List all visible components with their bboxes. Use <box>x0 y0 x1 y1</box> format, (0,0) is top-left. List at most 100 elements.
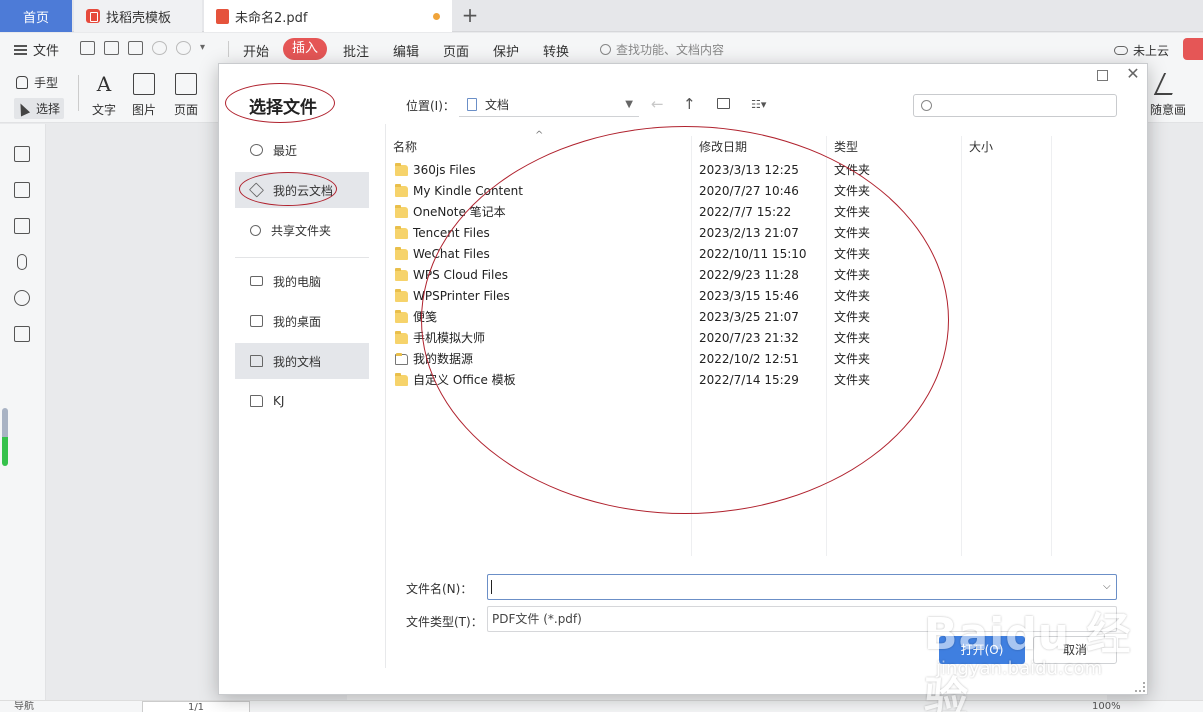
tab-document[interactable]: 未命名2.pdf <box>204 0 452 32</box>
cancel-button[interactable]: 取消 <box>1033 636 1117 664</box>
file-row[interactable]: OneNote 笔记本 2022/7/7 15:22 文件夹 <box>385 202 1121 223</box>
signature-icon[interactable] <box>14 290 30 306</box>
view-mode-icon[interactable]: ☷▾ <box>751 98 766 111</box>
file-row[interactable]: 便笺 2023/3/25 21:07 文件夹 <box>385 307 1121 328</box>
file-row[interactable]: My Kindle Content 2020/7/27 10:46 文件夹 <box>385 181 1121 202</box>
insert-page-button[interactable]: 页面 <box>166 73 206 118</box>
place-my-documents[interactable]: 我的文档 <box>235 343 369 379</box>
tab-document-label: 未命名2.pdf <box>235 10 308 26</box>
docer-logo-icon <box>86 9 100 23</box>
file-row[interactable]: 360js Files 2023/3/13 12:25 文件夹 <box>385 160 1121 181</box>
place-my-computer[interactable]: 我的电脑 <box>235 263 369 299</box>
insert-image-button[interactable]: 图片 <box>124 73 164 118</box>
file-type: 文件夹 <box>834 184 871 198</box>
place-desktop[interactable]: 我的桌面 <box>235 303 369 339</box>
hand-tool-button[interactable]: 手型 <box>16 74 58 91</box>
select-tool-button[interactable]: 选择 <box>14 98 65 119</box>
file-name: 360js Files <box>413 163 476 177</box>
menu-edit[interactable]: 编辑 <box>393 41 419 60</box>
close-icon[interactable]: ✕ <box>1123 64 1143 84</box>
open-folder-icon[interactable] <box>80 41 95 55</box>
folder-icon <box>395 373 408 386</box>
file-row[interactable]: Tencent Files 2023/2/13 21:07 文件夹 <box>385 223 1121 244</box>
maximize-icon[interactable] <box>1097 70 1108 81</box>
up-arrow-icon[interactable]: ↑ <box>683 95 696 113</box>
menu-insert[interactable]: 插入 <box>283 38 328 60</box>
file-date: 2022/7/14 15:29 <box>699 373 799 387</box>
filetype-select[interactable]: PDF文件 (*.pdf) <box>487 606 1117 632</box>
column-header-type[interactable]: 类型 <box>826 136 858 158</box>
column-header-name[interactable]: 名称 <box>385 136 417 158</box>
file-row[interactable]: WPS Cloud Files 2022/9/23 11:28 文件夹 <box>385 265 1121 286</box>
freehand-draw-button[interactable]: 随意画 <box>1150 73 1186 118</box>
file-row[interactable]: WeChat Files 2022/10/11 15:10 文件夹 <box>385 244 1121 265</box>
dialog-search-input[interactable] <box>913 94 1117 117</box>
file-row[interactable]: 手机模拟大师 2020/7/23 21:32 文件夹 <box>385 328 1121 349</box>
place-recent[interactable]: 最近 <box>235 132 369 168</box>
bookmark-icon[interactable] <box>14 146 30 162</box>
folder-icon <box>250 395 263 407</box>
column-header-date[interactable]: 修改日期 <box>691 136 747 158</box>
filename-label: 文件名(N)： <box>406 582 473 596</box>
file-name-cell: 手机模拟大师 <box>395 328 485 349</box>
save-icon[interactable] <box>104 41 119 55</box>
folder-icon <box>250 355 263 367</box>
thumbnail-icon[interactable] <box>14 182 30 198</box>
place-label: 我的桌面 <box>273 314 322 329</box>
menu-start[interactable]: 开始 <box>243 41 269 60</box>
cloud-status[interactable]: 未上云 <box>1114 42 1169 59</box>
panel-scroll-indicator[interactable] <box>2 408 8 466</box>
back-arrow-icon[interactable]: ← <box>651 95 664 113</box>
page-indicator[interactable]: 1/1 <box>142 701 250 712</box>
file-date: 2022/10/11 15:10 <box>699 247 807 261</box>
quick-access-toolbar: ▾ <box>80 41 210 55</box>
open-button[interactable]: 打开(O) <box>939 636 1025 664</box>
menu-convert[interactable]: 转换 <box>543 41 569 60</box>
undo-icon[interactable] <box>152 41 167 55</box>
folder-icon <box>395 184 408 197</box>
feature-search[interactable]: 查找功能、文档内容 <box>600 41 724 58</box>
select-tool-label: 选择 <box>36 102 61 116</box>
file-row[interactable]: WPSPrinter Files 2023/3/15 15:46 文件夹 <box>385 286 1121 307</box>
folder-icon <box>395 289 408 302</box>
comment-icon[interactable] <box>14 218 30 234</box>
file-type: 文件夹 <box>834 205 871 219</box>
attachment-icon[interactable] <box>17 254 27 270</box>
file-menu-button[interactable]: 文件 <box>14 40 59 59</box>
file-name: 我的数据源 <box>413 352 474 366</box>
navigation-toggle[interactable]: 导航 <box>14 701 34 712</box>
tab-template[interactable]: 找稻壳模板 <box>74 0 202 32</box>
layers-icon[interactable] <box>14 326 30 342</box>
menu-protect[interactable]: 保护 <box>493 41 519 60</box>
place-kj[interactable]: KJ <box>235 383 369 419</box>
print-icon[interactable] <box>128 41 143 55</box>
new-folder-icon[interactable] <box>717 98 730 109</box>
file-name: Tencent Files <box>413 226 490 240</box>
tab-bar: 首页 找稻壳模板 未命名2.pdf + <box>0 0 1203 32</box>
new-tab-button[interactable]: + <box>458 4 482 28</box>
redo-icon[interactable] <box>176 41 191 55</box>
location-dropdown[interactable]: 文档 ▼ <box>459 93 639 117</box>
menu-page[interactable]: 页面 <box>443 41 469 60</box>
chevron-down-icon[interactable]: ⌵ <box>1103 581 1111 592</box>
file-name-cell: WPSPrinter Files <box>395 286 510 307</box>
menu-annotate[interactable]: 批注 <box>343 41 369 60</box>
file-type: 文件夹 <box>834 289 871 303</box>
place-label: 共享文件夹 <box>271 223 332 238</box>
file-row[interactable]: 自定义 Office 模板 2022/7/14 15:29 文件夹 <box>385 370 1121 391</box>
chevron-down-icon: ▼ <box>625 99 633 110</box>
file-row[interactable]: 我的数据源 2022/10/2 12:51 文件夹 <box>385 349 1121 370</box>
place-shared-folder[interactable]: 共享文件夹 <box>235 212 369 248</box>
file-name-cell: OneNote 笔记本 <box>395 202 506 223</box>
zoom-level[interactable]: 100% <box>1092 701 1121 712</box>
resize-grip-icon[interactable] <box>1135 682 1145 692</box>
folder-icon <box>395 268 408 281</box>
cloud-status-label: 未上云 <box>1133 44 1170 58</box>
tab-home[interactable]: 首页 <box>0 0 72 32</box>
share-button[interactable] <box>1183 38 1203 60</box>
insert-text-button[interactable]: A 文字 <box>84 73 124 118</box>
place-cloud-docs[interactable]: 我的云文档 <box>235 172 369 208</box>
column-header-size[interactable]: 大小 <box>961 136 993 158</box>
chevron-down-icon[interactable]: ▾ <box>200 41 210 55</box>
filename-input[interactable] <box>487 574 1117 600</box>
